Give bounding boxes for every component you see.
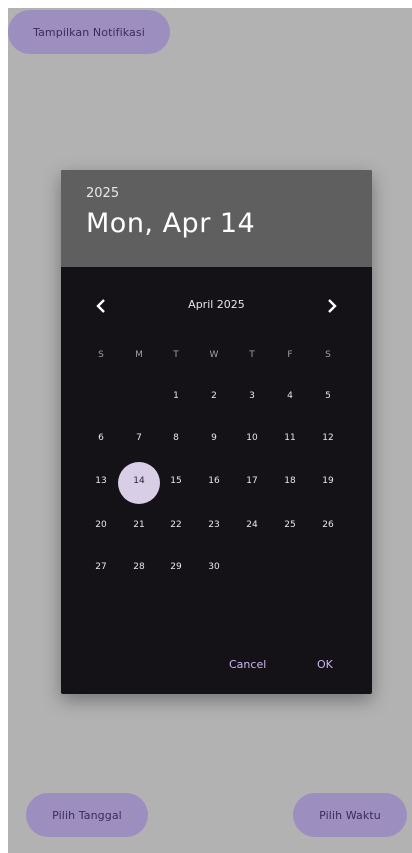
pick-date-button[interactable]: Pilih Tanggal: [26, 793, 148, 837]
day-cell[interactable]: 26: [313, 520, 343, 530]
day-cell[interactable]: 1: [161, 391, 191, 401]
ok-button[interactable]: OK: [317, 658, 333, 671]
selected-year[interactable]: 2025: [86, 186, 119, 201]
day-cell[interactable]: 11: [275, 433, 305, 443]
day-cell[interactable]: 28: [124, 562, 154, 572]
day-cell[interactable]: 17: [237, 476, 267, 486]
month-navigation: April 2025: [61, 290, 372, 322]
cancel-button[interactable]: Cancel: [229, 658, 266, 671]
weekday-header: T: [249, 350, 255, 360]
day-cell[interactable]: 5: [313, 391, 343, 401]
day-cell[interactable]: 29: [161, 562, 191, 572]
day-cell[interactable]: 24: [237, 520, 267, 530]
day-cell[interactable]: 18: [275, 476, 305, 486]
weekday-header: M: [135, 350, 143, 360]
weekday-header: W: [209, 350, 219, 360]
day-cell[interactable]: 7: [124, 433, 154, 443]
dialog-actions: Cancel OK: [61, 650, 372, 680]
date-picker-header: 2025 Mon, Apr 14: [61, 170, 372, 267]
show-notification-label: Tampilkan Notifikasi: [33, 25, 145, 39]
pick-time-label: Pilih Waktu: [319, 808, 381, 822]
day-cell[interactable]: 12: [313, 433, 343, 443]
next-month-button[interactable]: [316, 290, 348, 322]
day-cell[interactable]: 6: [86, 433, 116, 443]
day-cell[interactable]: 13: [86, 476, 116, 486]
day-cell[interactable]: 27: [86, 562, 116, 572]
day-cell[interactable]: 8: [161, 433, 191, 443]
weekday-header: S: [98, 350, 104, 360]
day-cell[interactable]: 2: [199, 391, 229, 401]
day-cell[interactable]: 21: [124, 520, 154, 530]
weekday-header: F: [287, 350, 293, 360]
app-screen: Tampilkan Notifikasi Pilih Tanggal Pilih…: [0, 0, 412, 853]
day-cell[interactable]: 4: [275, 391, 305, 401]
weekday-header: T: [173, 350, 179, 360]
day-cell[interactable]: 23: [199, 520, 229, 530]
selected-day-cell[interactable]: 14: [124, 476, 154, 486]
day-cell[interactable]: 30: [199, 562, 229, 572]
day-cell[interactable]: 9: [199, 433, 229, 443]
day-cell[interactable]: 16: [199, 476, 229, 486]
chevron-right-icon: [328, 299, 337, 313]
show-notification-button[interactable]: Tampilkan Notifikasi: [8, 10, 170, 54]
day-cell[interactable]: 3: [237, 391, 267, 401]
date-picker-dialog: 2025 Mon, Apr 14 April 2025 SMTWTFS12345…: [61, 170, 372, 694]
day-cell[interactable]: 19: [313, 476, 343, 486]
selected-date: Mon, Apr 14: [86, 208, 256, 239]
pick-date-label: Pilih Tanggal: [52, 808, 122, 822]
day-cell[interactable]: 20: [86, 520, 116, 530]
weekday-header: S: [325, 350, 331, 360]
day-cell[interactable]: 10: [237, 433, 267, 443]
day-cell[interactable]: 15: [161, 476, 191, 486]
day-cell[interactable]: 25: [275, 520, 305, 530]
pick-time-button[interactable]: Pilih Waktu: [293, 793, 407, 837]
day-cell[interactable]: 22: [161, 520, 191, 530]
